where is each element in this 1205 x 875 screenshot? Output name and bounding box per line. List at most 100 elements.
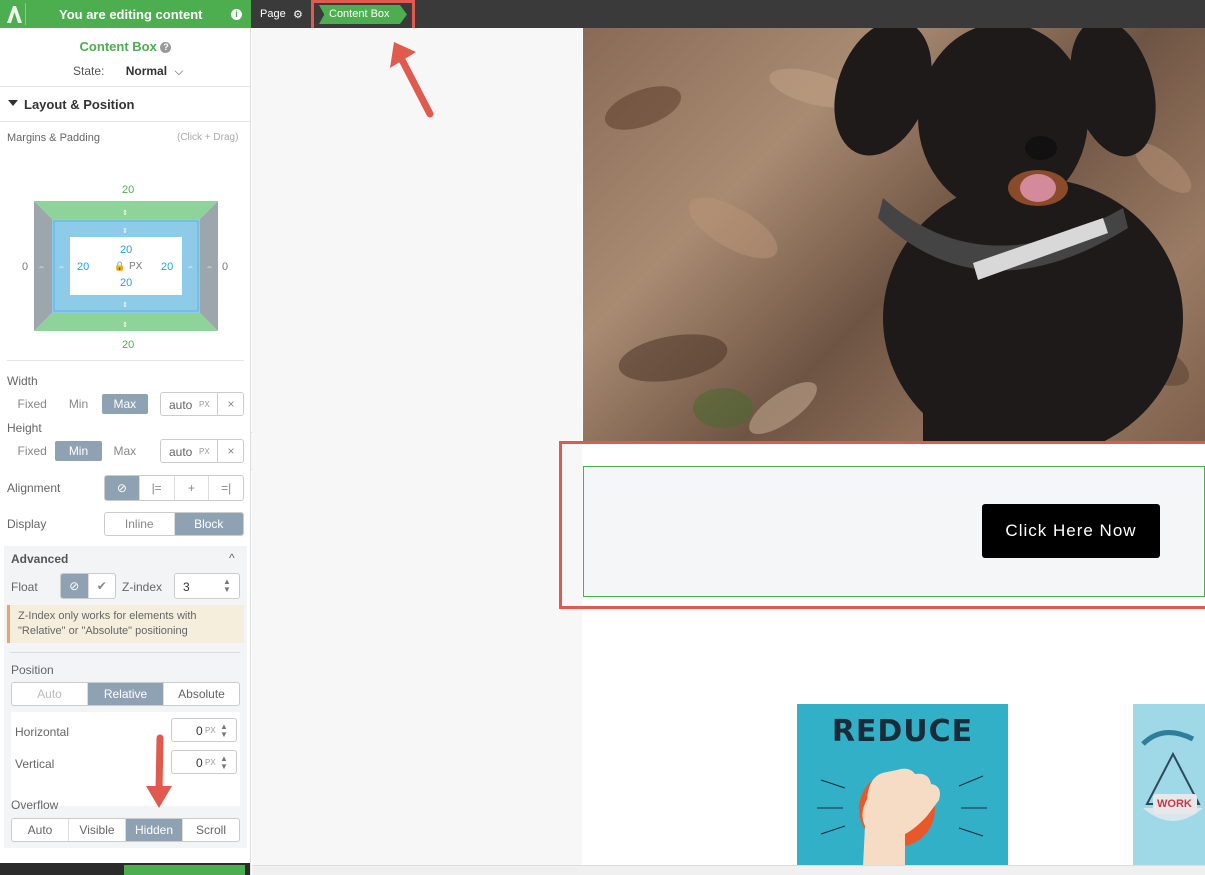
- padding-top-value[interactable]: 20: [120, 244, 132, 256]
- caret-down-icon: [8, 100, 18, 106]
- width-clear-icon[interactable]: ×: [217, 393, 244, 415]
- position-absolute-option[interactable]: Absolute: [164, 683, 239, 705]
- panel-title: Content Box ?: [0, 39, 250, 54]
- width-value[interactable]: auto: [169, 398, 192, 412]
- display-block-option[interactable]: Block: [174, 513, 243, 535]
- state-select[interactable]: Normal: [126, 64, 167, 78]
- position-segment[interactable]: Auto Relative Absolute: [11, 682, 240, 706]
- unit-label[interactable]: PX: [129, 261, 142, 272]
- width-max-option[interactable]: Max: [101, 394, 148, 414]
- display-label: Display: [7, 517, 47, 531]
- height-min-option[interactable]: Min: [55, 441, 102, 461]
- margin-top-value[interactable]: 20: [122, 184, 134, 196]
- svg-text:⇔: ⇔: [206, 264, 213, 271]
- align-center-icon[interactable]: +: [175, 476, 210, 500]
- alignment-segment[interactable]: ⊘ |= + =|: [104, 475, 244, 501]
- info-icon[interactable]: i: [231, 9, 242, 20]
- state-label: State:: [73, 64, 105, 78]
- height-value[interactable]: auto: [169, 445, 192, 459]
- padding-left-value[interactable]: 20: [77, 261, 89, 273]
- save-button[interactable]: [124, 865, 245, 875]
- height-unit[interactable]: PX: [199, 447, 210, 456]
- margin-bottom-value[interactable]: 20: [122, 339, 134, 351]
- height-label: Height: [7, 421, 42, 435]
- align-left-icon[interactable]: |=: [140, 476, 175, 500]
- divider: [10, 652, 240, 653]
- horizontal-label: Horizontal: [15, 725, 70, 739]
- horizontal-unit[interactable]: PX: [205, 726, 216, 735]
- work-word: WORK: [1157, 798, 1192, 810]
- padding-bottom-value[interactable]: 20: [120, 277, 132, 289]
- annotation-arrow-up: [390, 42, 434, 118]
- overflow-hidden-option[interactable]: Hidden: [126, 819, 183, 841]
- svg-text:⇔: ⇔: [58, 264, 65, 271]
- position-label: Position: [11, 663, 54, 677]
- canvas-bottom-strip: [252, 865, 1205, 875]
- top-bar: You are editing content i Page ⚙ Content…: [0, 0, 1205, 28]
- height-mode-segment[interactable]: Fixed Min Max: [7, 439, 150, 463]
- box-model-widget[interactable]: ⇕ ⇕ ⇕ ⇕ ⇔ ⇔ ⇔ ⇔ 20 20 20 20 🔒 PX: [34, 201, 218, 331]
- vertical-label: Vertical: [15, 757, 55, 771]
- overflow-label: Overflow: [11, 798, 59, 812]
- section-title: Layout & Position: [24, 97, 135, 112]
- stepper-icon[interactable]: ▲ ▼: [223, 578, 231, 594]
- vertical-unit[interactable]: PX: [205, 758, 216, 767]
- display-segment[interactable]: Inline Block: [104, 512, 244, 536]
- overflow-scroll-option[interactable]: Scroll: [183, 819, 239, 841]
- vertical-value[interactable]: 0: [196, 756, 203, 770]
- height-value-field[interactable]: auto PX ×: [160, 439, 244, 463]
- chevron-down-icon[interactable]: ⌵: [174, 64, 183, 78]
- align-right-icon[interactable]: =|: [209, 476, 243, 500]
- stepper-icon[interactable]: ▲ ▼: [220, 755, 228, 771]
- float-none-icon[interactable]: ⊘: [61, 574, 89, 598]
- svg-text:⇕: ⇕: [122, 227, 128, 235]
- svg-text:⇔: ⇔: [187, 264, 194, 271]
- svg-text:⇕: ⇕: [122, 321, 128, 329]
- editor-panel: Content Box ? State: Normal ⌵ Layout & P…: [0, 28, 251, 875]
- horizontal-value[interactable]: 0: [196, 724, 203, 738]
- width-unit[interactable]: PX: [199, 400, 210, 409]
- height-max-option[interactable]: Max: [102, 441, 148, 461]
- work-image[interactable]: WORK: [1133, 704, 1205, 866]
- width-fixed-option[interactable]: Fixed: [9, 394, 55, 414]
- editing-banner-text: You are editing content: [59, 7, 203, 22]
- position-relative-option[interactable]: Relative: [88, 683, 164, 705]
- panel-footer: [0, 863, 250, 875]
- zindex-value[interactable]: 3: [183, 580, 190, 594]
- margins-hint: (Click + Drag): [177, 132, 239, 143]
- highlight-box-breadcrumb: [311, 0, 415, 31]
- display-inline-option[interactable]: Inline: [105, 513, 175, 535]
- zindex-note: Z-Index only works for elements with "Re…: [7, 605, 244, 643]
- height-clear-icon[interactable]: ×: [217, 440, 244, 462]
- help-icon[interactable]: ?: [160, 42, 172, 53]
- overflow-segment[interactable]: Auto Visible Hidden Scroll: [11, 818, 240, 842]
- breadcrumb-page[interactable]: Page: [260, 8, 286, 20]
- vertical-field[interactable]: 0 PX ▲ ▼: [171, 750, 237, 774]
- dog-photo[interactable]: [583, 28, 1205, 442]
- align-none-icon[interactable]: ⊘: [105, 476, 140, 500]
- stepper-icon[interactable]: ▲ ▼: [220, 723, 228, 739]
- chevron-up-icon[interactable]: ^: [229, 551, 235, 565]
- app-logo-icon[interactable]: [4, 3, 26, 25]
- width-mode-segment[interactable]: Fixed Min Max: [7, 392, 150, 416]
- width-value-field[interactable]: auto PX ×: [160, 392, 244, 416]
- horizontal-field[interactable]: 0 PX ▲ ▼: [171, 718, 237, 742]
- overflow-visible-option[interactable]: Visible: [69, 819, 126, 841]
- reduce-image[interactable]: REDUCE: [797, 704, 1008, 866]
- zindex-field[interactable]: 3 ▲ ▼: [174, 573, 240, 599]
- section-layout-position[interactable]: Layout & Position: [0, 86, 250, 122]
- margin-left-value[interactable]: 0: [22, 261, 28, 273]
- padding-right-value[interactable]: 20: [161, 261, 173, 273]
- float-label: Float: [11, 580, 38, 594]
- lock-icon[interactable]: 🔒: [114, 261, 125, 272]
- float-check-icon[interactable]: ✔: [89, 574, 116, 598]
- position-auto-option[interactable]: Auto: [12, 683, 88, 705]
- offset-box: Horizontal 0 PX ▲ ▼ Vertical 0 PX ▲ ▼: [11, 712, 240, 806]
- float-segment[interactable]: ⊘ ✔: [60, 573, 116, 599]
- panel-title-text: Content Box: [79, 39, 157, 54]
- height-fixed-option[interactable]: Fixed: [9, 441, 55, 461]
- margin-right-value[interactable]: 0: [222, 261, 228, 273]
- width-min-option[interactable]: Min: [55, 394, 101, 414]
- page-settings-gear-icon[interactable]: ⚙: [293, 8, 303, 21]
- overflow-auto-option[interactable]: Auto: [12, 819, 69, 841]
